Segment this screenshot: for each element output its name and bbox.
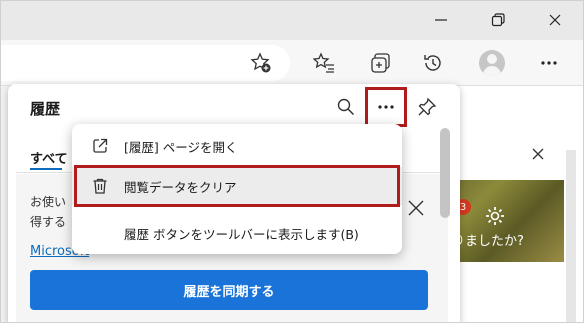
profile-button[interactable] xyxy=(477,48,507,78)
restore-button[interactable] xyxy=(483,6,513,34)
gear-icon xyxy=(486,207,504,225)
active-tab-indicator xyxy=(30,168,62,170)
favorites-button[interactable] xyxy=(309,48,339,78)
panel-scrollbar[interactable] xyxy=(440,128,450,218)
menu-item-label: [履歴] ページを開く xyxy=(124,139,238,155)
tab-all[interactable]: すべて xyxy=(30,148,68,167)
promo-text: りましたか? xyxy=(452,234,524,249)
menu-item-clear-browsing-data[interactable]: 閲覧データをクリア xyxy=(72,167,402,205)
menu-item-open-history-page[interactable]: [履歴] ページを開く xyxy=(72,127,402,165)
favorites-list-icon xyxy=(313,52,334,73)
close-icon xyxy=(549,14,561,26)
close-icon xyxy=(408,200,424,216)
promo-text-line-2: 得する xyxy=(30,215,67,229)
trash-icon xyxy=(90,176,110,196)
title-bar xyxy=(0,0,584,40)
menu-item-label: 閲覧データをクリア xyxy=(124,179,237,195)
close-promo-button[interactable] xyxy=(530,146,546,162)
close-icon xyxy=(532,148,544,160)
address-bar[interactable] xyxy=(0,45,290,81)
search-icon xyxy=(337,98,355,116)
close-window-button[interactable] xyxy=(540,6,570,34)
minimize-button[interactable] xyxy=(426,6,456,34)
minimize-icon xyxy=(435,19,447,21)
history-more-menu: [履歴] ページを開く 閲覧データをクリア 履歴 ボタンをツールバーに表示します… xyxy=(72,124,402,254)
page-scrollbar[interactable] xyxy=(566,150,576,323)
pin-panel-button[interactable] xyxy=(412,92,442,122)
restore-icon xyxy=(491,13,505,27)
close-promo-button[interactable] xyxy=(406,198,426,218)
search-history-button[interactable] xyxy=(331,92,361,122)
menu-item-show-history-button[interactable]: 履歴 ボタンをツールバーに表示します(B) xyxy=(72,214,402,252)
more-icon xyxy=(541,61,557,65)
promo-text-line-1: お使い xyxy=(30,195,67,209)
add-favorite-button[interactable] xyxy=(246,48,276,78)
settings-more-button[interactable] xyxy=(534,48,564,78)
collections-button[interactable] xyxy=(365,48,395,78)
pin-icon xyxy=(418,97,437,116)
avatar xyxy=(479,50,505,76)
more-button-highlight xyxy=(365,87,407,127)
collections-icon xyxy=(371,53,390,73)
sync-history-button[interactable]: 履歴を同期する xyxy=(30,270,428,310)
open-external-icon xyxy=(90,136,110,156)
page-settings-button[interactable] xyxy=(484,205,506,231)
toolbar xyxy=(0,40,584,86)
history-button[interactable] xyxy=(418,48,448,78)
star-add-icon xyxy=(250,52,271,73)
panel-title: 履歴 xyxy=(30,100,61,118)
history-icon xyxy=(424,55,441,71)
menu-item-label: 履歴 ボタンをツールバーに表示します(B) xyxy=(124,226,359,242)
